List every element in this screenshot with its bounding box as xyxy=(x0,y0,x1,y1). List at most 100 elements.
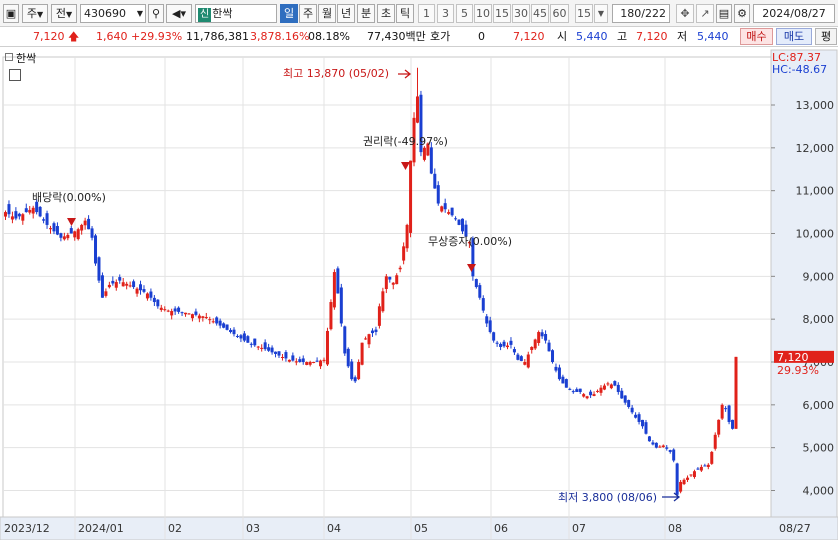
gear-icon[interactable]: ⚙ xyxy=(734,4,750,23)
chevron-down-icon: ▼ xyxy=(36,10,44,19)
candle-body xyxy=(190,314,194,319)
date-field[interactable]: 2024/08/27 xyxy=(753,4,835,23)
candle-body xyxy=(24,208,28,213)
candle-body xyxy=(454,218,458,220)
crosshair-icon[interactable]: ✥ xyxy=(676,4,694,23)
interval-button-2[interactable]: 5 xyxy=(456,4,473,23)
tab-period-1[interactable]: 주 xyxy=(299,4,317,23)
change-percent: +29.93% xyxy=(131,30,183,43)
candle-body xyxy=(246,336,250,343)
interval-button-6[interactable]: 45 xyxy=(531,4,549,23)
eval-button[interactable]: 평 xyxy=(815,28,837,45)
candle-body xyxy=(256,346,260,348)
interval-button-7[interactable]: 60 xyxy=(550,4,569,23)
candle-body xyxy=(222,323,226,328)
candle-body xyxy=(395,275,399,285)
candle-body xyxy=(312,362,316,363)
candle-body xyxy=(492,332,496,341)
calculator-icon[interactable] xyxy=(9,69,21,81)
candle-body xyxy=(42,219,46,221)
candle-body xyxy=(111,280,115,284)
candle-body xyxy=(575,389,579,392)
candle-body xyxy=(107,284,111,288)
candle-body xyxy=(557,367,561,380)
period-type-label: 전 xyxy=(55,7,66,20)
candle-body xyxy=(142,289,146,292)
custom-interval[interactable]: 15 xyxy=(575,4,593,23)
current-pct-label: 29.93% xyxy=(777,364,819,377)
candle-body xyxy=(90,228,94,238)
interval-button-4[interactable]: 15 xyxy=(493,4,511,23)
tab-period-6[interactable]: 틱 xyxy=(396,4,414,23)
price-chart[interactable]: 13,00012,00011,00010,0009,0008,0007,0006… xyxy=(0,48,838,540)
candle-body xyxy=(173,308,177,312)
tab-period-5[interactable]: 초 xyxy=(377,4,395,23)
candle-body xyxy=(52,223,56,232)
window-menu-icon[interactable]: ▣ xyxy=(3,4,19,23)
candle-body xyxy=(474,279,478,288)
speaker-icon[interactable]: ◀▾ xyxy=(166,4,192,23)
period-type-select[interactable]: 전▼ xyxy=(51,4,77,23)
candle-body xyxy=(94,235,98,264)
event-annotation-dividend: 배당락(0.00%) xyxy=(32,191,106,204)
candle-body xyxy=(658,446,662,448)
search-icon[interactable]: ⚲ xyxy=(148,4,164,23)
interval-button-3[interactable]: 10 xyxy=(474,4,492,23)
tab-period-3[interactable]: 년 xyxy=(337,4,355,23)
hc-label: HC:-48.67 xyxy=(772,63,828,76)
candle-body xyxy=(100,275,104,298)
candle-body xyxy=(194,311,198,315)
trend-line-icon[interactable]: ↗ xyxy=(696,4,714,23)
candle-body xyxy=(339,287,343,324)
candle-body xyxy=(118,277,122,281)
candle-body xyxy=(315,360,319,362)
candle-body xyxy=(17,213,21,217)
high-annotation: 최고 13,870 (05/02) xyxy=(283,67,389,80)
market-select[interactable]: 주▼ xyxy=(22,4,48,23)
stock-code-input[interactable]: 430690 ▼ xyxy=(80,4,146,23)
save-icon[interactable]: ▤ xyxy=(716,4,732,23)
candle-body xyxy=(197,315,201,319)
candle-body xyxy=(329,302,333,330)
x-tick-label: 06 xyxy=(494,522,508,535)
open-label: 시 xyxy=(557,30,568,43)
candle-body xyxy=(218,320,222,326)
tab-period-0[interactable]: 일 xyxy=(280,4,298,23)
candle-body xyxy=(121,282,125,287)
buy-button[interactable]: 매수 xyxy=(740,28,773,45)
candle-body xyxy=(149,291,153,298)
tab-period-2[interactable]: 월 xyxy=(318,4,336,23)
candle-body xyxy=(537,332,541,344)
stock-name-field[interactable]: 신 한싹 xyxy=(195,4,277,23)
candle-body xyxy=(734,356,738,429)
candle-body xyxy=(409,160,413,233)
candle-body xyxy=(346,348,350,367)
candle-body xyxy=(208,319,212,321)
candle-body xyxy=(280,357,284,359)
candle-body xyxy=(104,291,108,296)
chevron-down-icon[interactable]: ▼ xyxy=(594,4,608,23)
interval-button-5[interactable]: 30 xyxy=(512,4,530,23)
candle-body xyxy=(201,316,205,318)
candle-body xyxy=(4,212,7,217)
candle-body xyxy=(135,288,139,294)
candle-body xyxy=(21,214,25,221)
candle-body xyxy=(253,338,257,346)
interval-button-0[interactable]: 1 xyxy=(418,4,435,23)
candle-body xyxy=(630,407,634,413)
candle-body xyxy=(540,332,544,337)
candle-body xyxy=(87,218,91,230)
tab-period-4[interactable]: 분 xyxy=(357,4,375,23)
candle-body xyxy=(616,384,620,392)
candle-body xyxy=(59,233,63,238)
candle-body xyxy=(447,212,451,214)
candle-body xyxy=(592,394,596,396)
interval-button-1[interactable]: 3 xyxy=(437,4,454,23)
candle-body xyxy=(551,350,555,362)
candle-body xyxy=(720,404,724,419)
candle-body xyxy=(274,351,278,354)
candle-body xyxy=(561,376,565,384)
sell-button[interactable]: 매도 xyxy=(776,28,812,45)
candle-body xyxy=(180,312,184,314)
view-count-field[interactable]: 180/222 xyxy=(612,4,670,23)
